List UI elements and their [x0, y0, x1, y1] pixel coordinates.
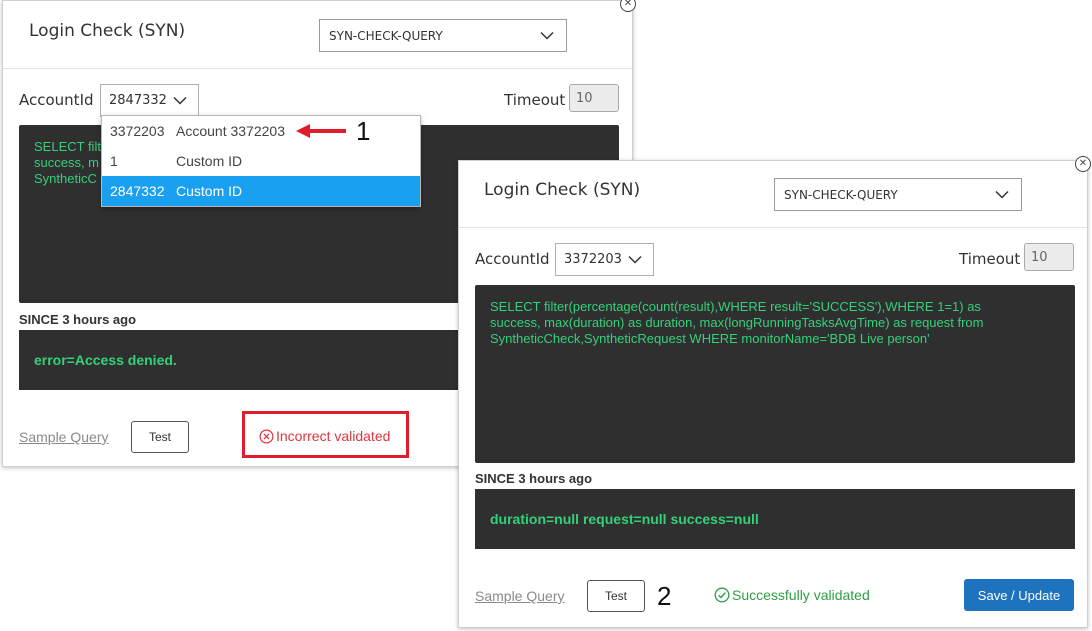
- close-icon[interactable]: ✕: [620, 0, 636, 12]
- query-result: duration=null request=null success=null: [475, 489, 1075, 549]
- query-type-value: SYN-CHECK-QUERY: [329, 28, 443, 43]
- chevron-down-icon: [540, 31, 554, 40]
- validation-status-text: Successfully validated: [732, 587, 870, 603]
- dialog-title: Login Check (SYN): [29, 21, 186, 41]
- option-name: Account 3372203: [176, 123, 285, 139]
- login-check-dialog-2: Login Check (SYN) SYN-CHECK-QUERY Accoun…: [458, 160, 1088, 628]
- timeout-label: Timeout: [504, 91, 566, 109]
- check-circle-icon: [714, 587, 730, 603]
- timeout-value: 10: [576, 90, 593, 106]
- chevron-down-icon: [173, 96, 187, 105]
- account-id-label: AccountId: [475, 250, 550, 268]
- save-update-button[interactable]: Save / Update: [964, 579, 1074, 611]
- query-editor[interactable]: SELECT filter(percentage(count(result),W…: [475, 285, 1075, 463]
- sample-query-link[interactable]: Sample Query: [475, 588, 564, 604]
- dialog-title: Login Check (SYN): [484, 180, 641, 200]
- query-line: SyntheticCheck,SyntheticRequest WHERE mo…: [490, 331, 930, 346]
- query-type-value: SYN-CHECK-QUERY: [784, 187, 898, 202]
- query-type-select[interactable]: SYN-CHECK-QUERY: [319, 19, 567, 52]
- option-name: Custom ID: [176, 183, 243, 199]
- dropdown-option-selected[interactable]: 2847332 Custom ID: [102, 176, 420, 206]
- red-arrow-icon: [296, 124, 346, 138]
- annotation-marker-1: 1: [356, 116, 371, 146]
- dropdown-option[interactable]: 3372203 Account 3372203: [102, 116, 420, 146]
- test-button[interactable]: Test: [131, 421, 189, 453]
- test-button[interactable]: Test: [587, 580, 645, 612]
- chevron-down-icon: [995, 190, 1009, 199]
- timeout-input[interactable]: 10: [569, 84, 619, 112]
- account-id-select[interactable]: 3372203: [555, 243, 654, 276]
- query-line: SELECT filter(percentage(count(result),W…: [490, 299, 981, 314]
- header-divider: [3, 68, 632, 69]
- timeout-value: 10: [1031, 249, 1048, 265]
- since-label: SINCE 3 hours ago: [475, 471, 593, 486]
- header-divider: [459, 227, 1087, 228]
- timeout-input[interactable]: 10: [1024, 243, 1074, 271]
- query-line: success, max(duration) as duration, max(…: [490, 315, 984, 330]
- error-highlight-box: [242, 411, 409, 458]
- option-id: 1: [110, 153, 118, 169]
- account-id-dropdown: 3372203 Account 3372203 1 Custom ID 2847…: [101, 115, 421, 207]
- close-icon[interactable]: ✕: [1075, 156, 1091, 172]
- query-type-select[interactable]: SYN-CHECK-QUERY: [774, 178, 1022, 211]
- option-id: 3372203: [110, 123, 165, 139]
- account-id-value: 3372203: [564, 252, 622, 267]
- timeout-label: Timeout: [959, 250, 1021, 268]
- account-id-value: 2847332: [109, 93, 167, 108]
- chevron-down-icon: [628, 255, 642, 264]
- validation-status-success: Successfully validated: [714, 587, 870, 603]
- account-id-select[interactable]: 2847332: [100, 84, 199, 117]
- option-id: 2847332: [110, 183, 165, 199]
- annotation-marker-2: 2: [657, 581, 672, 611]
- since-label: SINCE 3 hours ago: [19, 312, 137, 327]
- sample-query-link[interactable]: Sample Query: [19, 429, 108, 445]
- option-name: Custom ID: [176, 153, 243, 169]
- account-id-label: AccountId: [19, 91, 94, 109]
- dropdown-option[interactable]: 1 Custom ID: [102, 146, 420, 176]
